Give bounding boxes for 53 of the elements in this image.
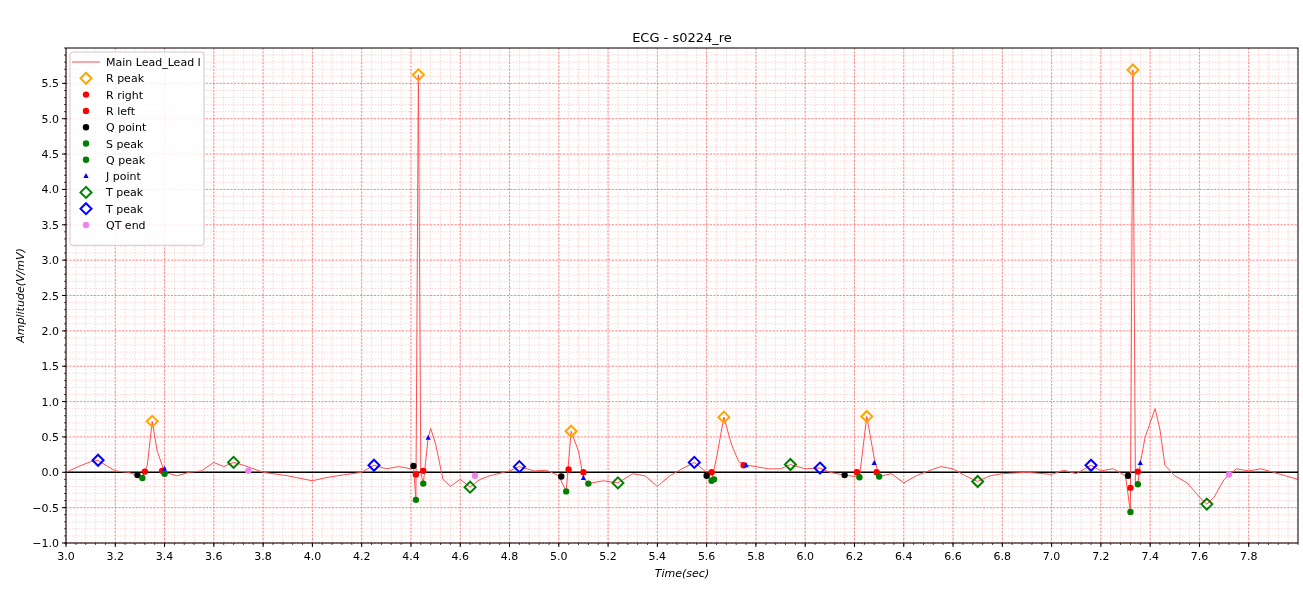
x-tick-label: 6.8 [993, 550, 1012, 563]
legend-label: QT end [106, 219, 146, 232]
x-tick-label: 7.2 [1092, 550, 1110, 563]
x-tick-label: 6.2 [845, 550, 864, 563]
chart-title: ECG - s0224_re [632, 30, 732, 45]
x-tick-label: 4.4 [402, 550, 420, 563]
y-tick-label: 5.0 [41, 112, 59, 126]
y-tick-label: 2.0 [41, 324, 59, 338]
y-tick-label: 5.5 [41, 77, 59, 91]
x-tick-label: 5.2 [599, 550, 617, 563]
legend-label: R left [106, 104, 135, 118]
legend-label: J point [106, 170, 141, 184]
x-tick-label: 7.8 [1239, 550, 1258, 563]
y-axis-label: Amplitude(V/mV) [14, 248, 27, 343]
x-tick-label: 4.2 [352, 550, 371, 563]
y-tick-label: 1.0 [41, 395, 59, 409]
x-tick-label: 3.0 [57, 550, 75, 563]
x-tick-label: 6.4 [895, 550, 913, 563]
legend-label: S peak [106, 137, 144, 151]
x-tick-label: 3.2 [106, 550, 125, 563]
y-tick-label: 3.5 [41, 218, 59, 232]
y-tick-label: 2.5 [41, 289, 59, 303]
y-tick-label: 3.0 [41, 254, 59, 268]
x-tick-label: 6.0 [796, 550, 814, 563]
legend-label: Q point [106, 121, 147, 135]
x-tick-label: 7.0 [1042, 550, 1061, 563]
legend-label: R peak [106, 72, 144, 86]
y-tick-label: 4.5 [41, 148, 59, 162]
x-tick-label: 3.6 [205, 550, 223, 563]
legend-label: T peak [106, 202, 144, 216]
x-tick-label: 5.4 [648, 550, 667, 563]
x-tick-label: 5.0 [550, 550, 568, 563]
x-tick-label: 4.0 [303, 550, 322, 563]
x-tick-label: 4.8 [500, 550, 519, 563]
x-tick-label: 3.8 [254, 550, 272, 563]
y-tick-label: 1.5 [41, 360, 59, 374]
x-tick-label: 3.4 [155, 550, 174, 563]
y-tick-label: 0.0 [41, 466, 59, 480]
legend-label: Main Lead_Lead I [106, 56, 201, 69]
y-tick-label: 4.0 [41, 183, 59, 197]
legend-label: T peak [106, 186, 144, 200]
x-tick-label: 7.4 [1141, 550, 1159, 563]
x-tick-label: 4.6 [451, 550, 469, 563]
x-axis-label: Time(sec) [654, 567, 710, 580]
x-tick-label: 5.8 [747, 550, 765, 563]
x-tick-label: 7.6 [1190, 550, 1209, 563]
legend-label: Q peak [106, 153, 145, 167]
x-tick-label: 6.6 [944, 550, 962, 563]
y-tick-label: 0.5 [41, 430, 59, 444]
y-tick-label: −0.5 [32, 501, 59, 515]
x-tick-label: 5.6 [697, 550, 716, 563]
y-tick-label: −1.0 [32, 537, 59, 550]
legend-label: R right [106, 88, 143, 102]
